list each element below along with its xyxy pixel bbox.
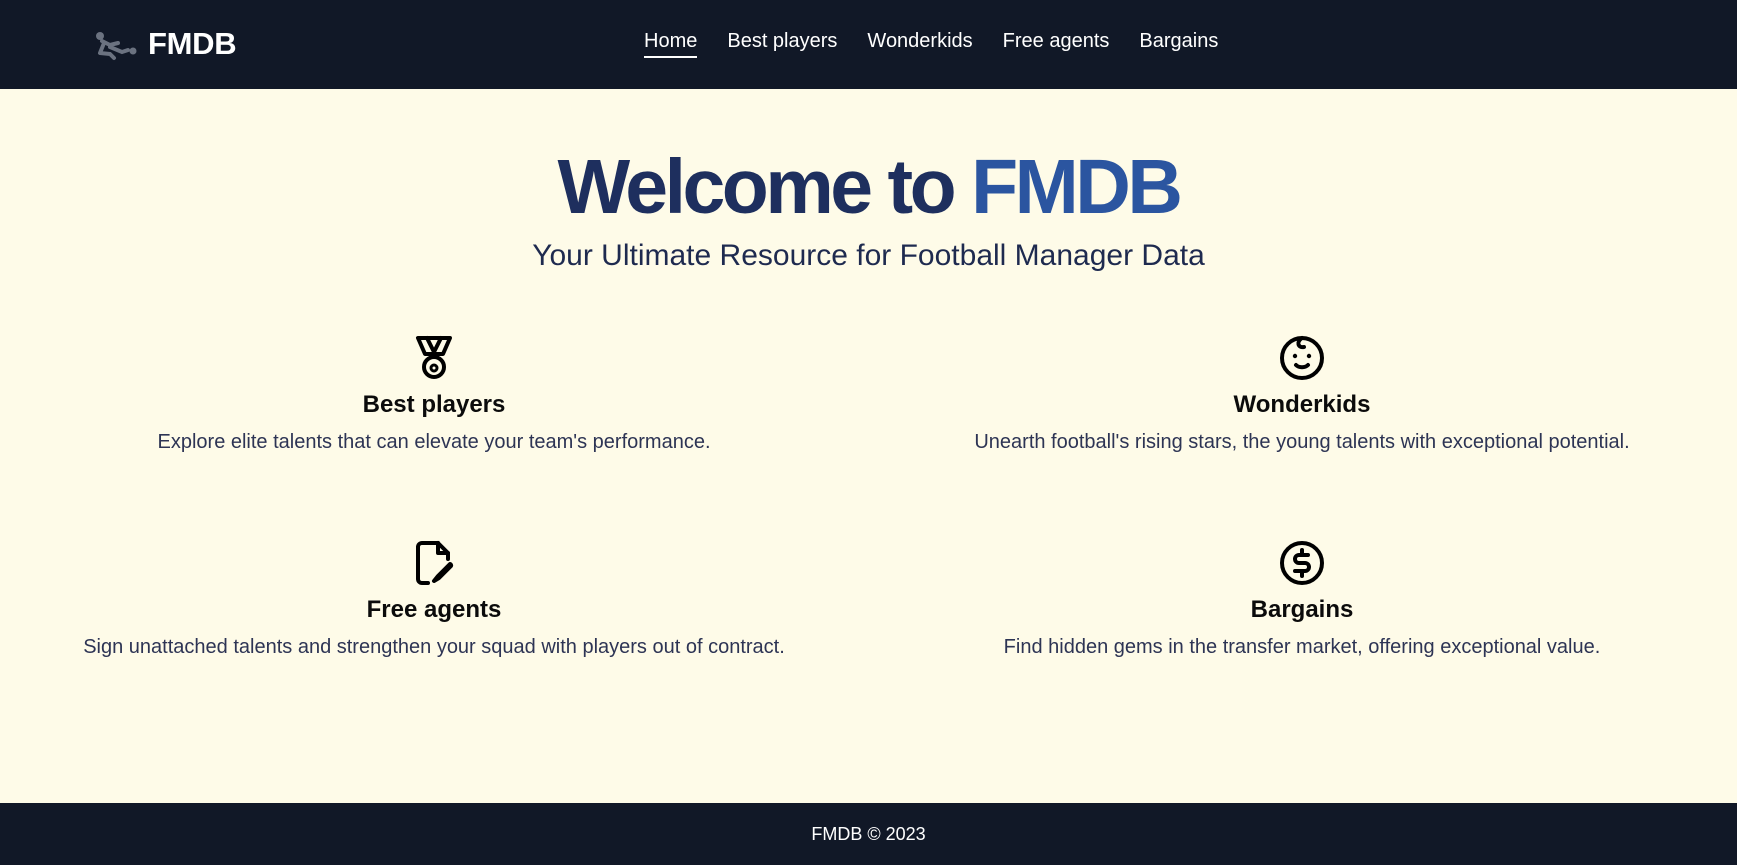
footer: FMDB © 2023: [0, 803, 1737, 865]
hero-subtitle: Your Ultimate Resource for Football Mana…: [532, 239, 1205, 272]
feature-title: Free agents: [366, 596, 502, 623]
hero-section: Welcome to FMDB Your Ultimate Resource f…: [0, 140, 1737, 276]
main-nav: Home Best players Wonderkids Free agents…: [644, 30, 1218, 58]
brand-name: FMDB: [148, 26, 237, 61]
feature-description: Find hidden gems in the transfer market,…: [1003, 636, 1601, 658]
feature-description: Explore elite talents that can elevate y…: [157, 431, 711, 453]
hero-title: Welcome to FMDB: [0, 140, 1737, 234]
feature-bargains[interactable]: Bargains Find hidden gems in the transfe…: [868, 539, 1736, 661]
nav-bargains[interactable]: Bargains: [1139, 30, 1218, 58]
feature-best-players[interactable]: Best players Explore elite talents that …: [0, 334, 868, 456]
brand-link[interactable]: FMDB: [92, 24, 237, 64]
feature-description: Sign unattached talents and strengthen y…: [83, 636, 785, 658]
document-edit-icon: [416, 541, 454, 585]
dollar-coin-icon: [1280, 541, 1324, 585]
medal-icon: [416, 336, 452, 379]
nav-free-agents[interactable]: Free agents: [1003, 30, 1110, 58]
nav-best-players[interactable]: Best players: [727, 30, 837, 58]
hero-title-prefix: Welcome to: [557, 144, 956, 230]
feature-wonderkids[interactable]: Wonderkids Unearth football's rising sta…: [868, 334, 1736, 456]
feature-title: Best players: [362, 391, 506, 418]
feature-description: Unearth football's rising stars, the you…: [974, 431, 1630, 453]
football-player-logo-icon: [96, 32, 137, 60]
nav-wonderkids[interactable]: Wonderkids: [867, 30, 972, 58]
hero-title-accent: FMDB: [971, 144, 1183, 230]
feature-title: Bargains: [1250, 596, 1354, 623]
feature-title: Wonderkids: [1233, 391, 1371, 418]
feature-free-agents[interactable]: Free agents Sign unattached talents and …: [0, 539, 868, 661]
footer-copyright: FMDB © 2023: [811, 824, 926, 844]
baby-face-icon: [1280, 336, 1324, 380]
top-navbar: FMDB Home Best players Wonderkids Free a…: [0, 0, 1737, 89]
nav-home[interactable]: Home: [644, 30, 698, 58]
